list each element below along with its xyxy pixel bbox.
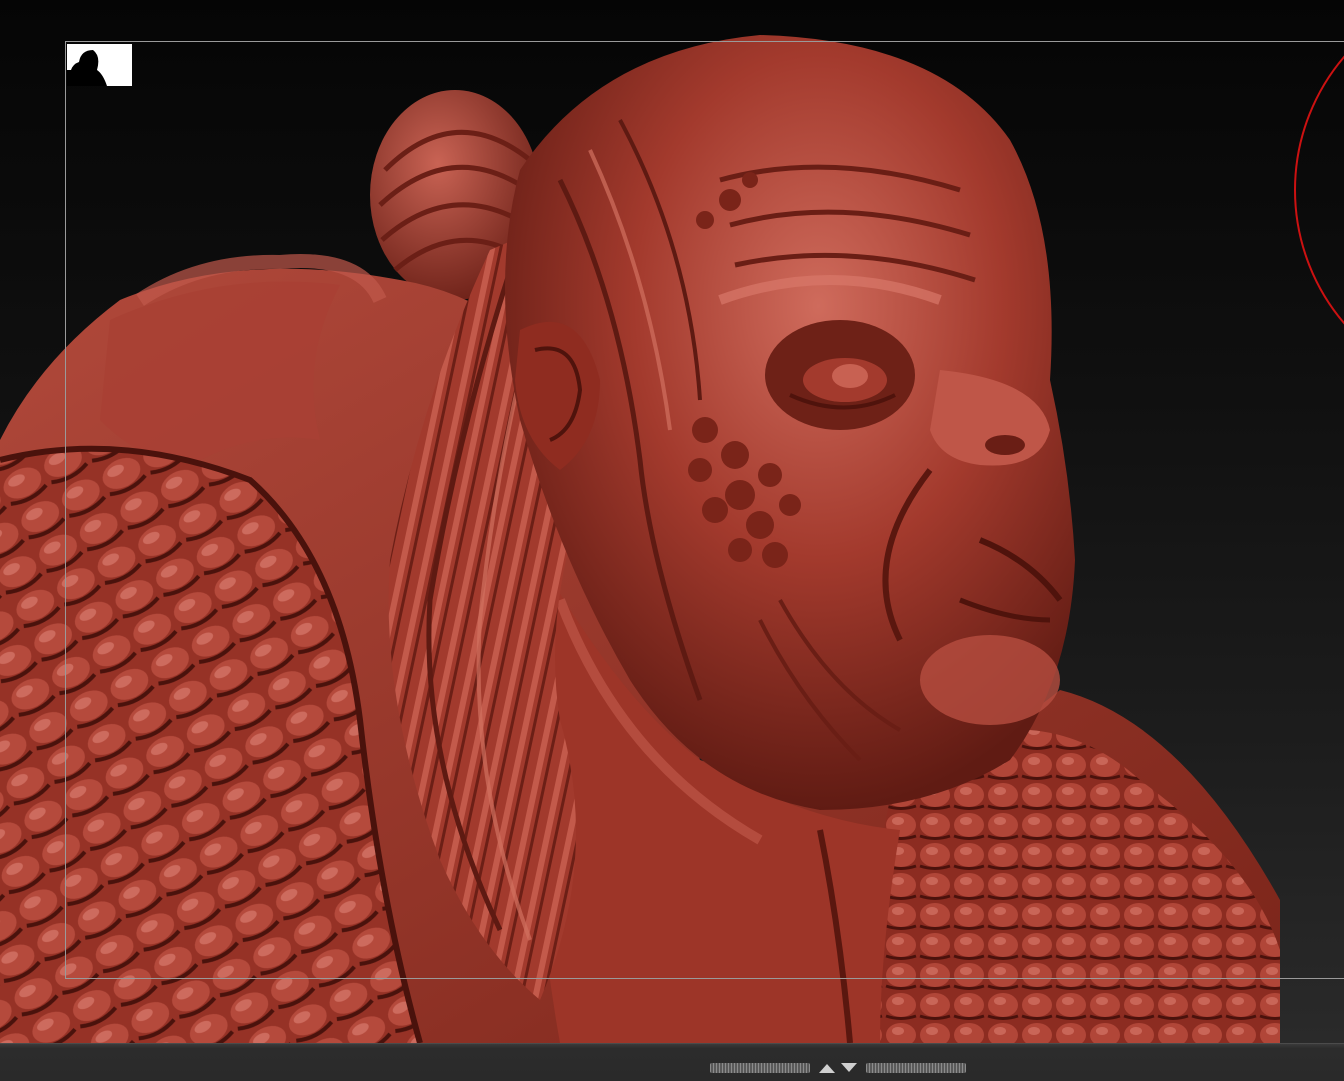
tray-drag-handle-left[interactable] — [710, 1063, 810, 1073]
navigator-thumbnail-icon[interactable] — [67, 44, 132, 86]
bottom-tray — [0, 1043, 1344, 1081]
sculpt-model[interactable] — [0, 0, 1344, 1043]
brush-ring-icon — [1294, 55, 1344, 325]
tray-toggle-button[interactable] — [814, 1060, 862, 1076]
sculpt-viewport[interactable] — [0, 0, 1344, 1043]
arrow-down-icon — [841, 1063, 857, 1072]
arrow-up-icon — [819, 1064, 835, 1073]
tray-drag-handle-right[interactable] — [866, 1063, 966, 1073]
